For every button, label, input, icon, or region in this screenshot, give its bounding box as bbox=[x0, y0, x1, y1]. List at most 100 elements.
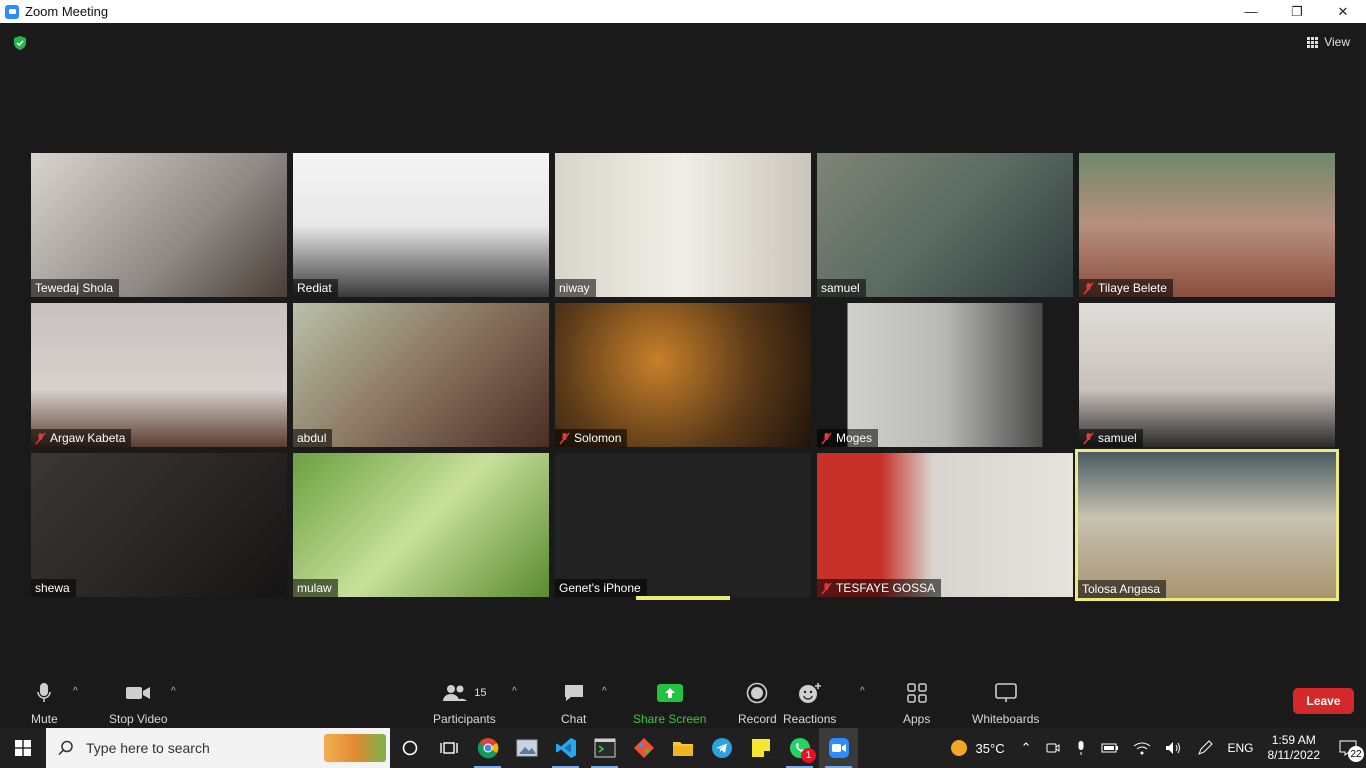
taskbar-zoom[interactable] bbox=[819, 728, 858, 768]
muted-mic-icon bbox=[821, 582, 832, 594]
audio-options-chevron-icon[interactable]: ^ bbox=[73, 686, 78, 697]
participant-name: Tolosa Angasa bbox=[1082, 582, 1161, 596]
record-icon bbox=[747, 682, 768, 704]
participants-button[interactable]: 15 Participants bbox=[433, 680, 496, 726]
taskbar-photos[interactable] bbox=[507, 728, 546, 768]
participant-name: Tewedaj Shola bbox=[35, 281, 114, 295]
chat-options-chevron-icon[interactable]: ^ bbox=[602, 686, 607, 697]
battery-icon[interactable] bbox=[1101, 741, 1119, 755]
video-tile[interactable]: mulaw bbox=[293, 453, 549, 597]
grid-view-icon bbox=[1307, 36, 1319, 48]
record-button[interactable]: Record bbox=[738, 680, 777, 726]
system-tray: 35°C ⌃ ENG 1:59 AM 8/11/2022 22 bbox=[950, 728, 1366, 768]
maximize-button[interactable]: ❐ bbox=[1274, 0, 1320, 23]
participant-name: Solomon bbox=[574, 431, 622, 445]
participant-name: TESFAYE GOSSA bbox=[836, 581, 936, 595]
video-tile[interactable]: Argaw Kabeta bbox=[31, 303, 287, 447]
git-diamond-icon bbox=[633, 738, 654, 758]
photos-app-icon bbox=[516, 739, 537, 757]
video-tile[interactable]: Solomon bbox=[555, 303, 811, 447]
video-tile[interactable]: Rediat bbox=[293, 153, 549, 297]
security-shield-icon[interactable] bbox=[12, 35, 28, 51]
taskbar-file-explorer[interactable] bbox=[663, 728, 702, 768]
reactions-button[interactable]: Reactions bbox=[783, 680, 836, 726]
microphone-in-use-icon[interactable] bbox=[1075, 740, 1087, 756]
notification-center-button[interactable]: 22 bbox=[1330, 728, 1366, 768]
participant-name: Rediat bbox=[297, 281, 332, 295]
participants-icon bbox=[443, 685, 468, 701]
whiteboards-button[interactable]: Whiteboards bbox=[972, 680, 1039, 726]
chat-bubble-icon bbox=[564, 685, 583, 701]
participant-name: Tilaye Belete bbox=[1098, 281, 1167, 295]
video-tile[interactable]: samuel bbox=[817, 153, 1073, 297]
taskbar-search-box[interactable]: Type here to search bbox=[46, 728, 390, 768]
video-tile-active-speaker[interactable]: Tolosa Angasa bbox=[1075, 449, 1339, 601]
view-label: View bbox=[1324, 35, 1350, 49]
video-tile[interactable]: Tilaye Belete bbox=[1079, 153, 1335, 297]
apps-button[interactable]: Apps bbox=[903, 680, 930, 726]
task-view-button[interactable] bbox=[429, 728, 468, 768]
whiteboard-icon bbox=[994, 683, 1017, 702]
wifi-icon[interactable] bbox=[1133, 741, 1151, 755]
close-button[interactable]: ✕ bbox=[1320, 0, 1366, 23]
windows-taskbar: Type here to search 1 35°C ⌃ ENG 1:59 AM… bbox=[0, 728, 1366, 768]
video-tile[interactable]: Tewedaj Shola bbox=[31, 153, 287, 297]
video-tile[interactable]: Genet's iPhone bbox=[555, 453, 811, 597]
weather-temperature[interactable]: 35°C bbox=[976, 741, 1005, 756]
meet-now-icon[interactable] bbox=[1045, 740, 1061, 756]
volume-icon[interactable] bbox=[1165, 741, 1183, 755]
participant-name: Genet's iPhone bbox=[559, 581, 641, 595]
input-language[interactable]: ENG bbox=[1227, 741, 1253, 755]
participant-name: abdul bbox=[297, 431, 327, 445]
folder-icon bbox=[672, 742, 693, 756]
participants-options-chevron-icon[interactable]: ^ bbox=[512, 686, 517, 697]
participant-name: mulaw bbox=[297, 581, 332, 595]
minimize-button[interactable]: — bbox=[1228, 0, 1274, 23]
muted-mic-icon bbox=[1083, 282, 1094, 294]
participant-name: samuel bbox=[821, 281, 860, 295]
stop-video-button[interactable]: Stop Video bbox=[109, 680, 168, 726]
search-icon bbox=[58, 740, 73, 756]
taskbar-whatsapp[interactable]: 1 bbox=[780, 728, 819, 768]
video-options-chevron-icon[interactable]: ^ bbox=[171, 686, 176, 697]
video-camera-icon bbox=[126, 687, 151, 699]
taskbar-terminal[interactable] bbox=[585, 728, 624, 768]
video-tile[interactable]: TESFAYE GOSSA bbox=[817, 453, 1073, 597]
leave-button[interactable]: Leave bbox=[1293, 688, 1354, 714]
clock[interactable]: 1:59 AM 8/11/2022 bbox=[1268, 733, 1321, 763]
taskbar-git[interactable] bbox=[624, 728, 663, 768]
cortana-circle-icon bbox=[402, 740, 417, 756]
taskbar-telegram[interactable] bbox=[702, 728, 741, 768]
taskbar-vscode[interactable] bbox=[546, 728, 585, 768]
participants-count: 15 bbox=[474, 687, 487, 699]
apps-icon bbox=[906, 683, 927, 703]
terminal-icon bbox=[594, 738, 615, 758]
video-tile[interactable]: shewa bbox=[31, 453, 287, 597]
sticky-note-icon bbox=[751, 739, 770, 757]
video-tile[interactable]: Moges bbox=[817, 303, 1073, 447]
share-screen-button[interactable]: Share Screen bbox=[633, 680, 706, 726]
task-view-icon bbox=[439, 742, 458, 754]
view-button[interactable]: View bbox=[1307, 35, 1350, 49]
window-title: Zoom Meeting bbox=[25, 4, 109, 19]
video-tile[interactable]: samuel bbox=[1079, 303, 1335, 447]
video-tile[interactable]: niway bbox=[555, 153, 811, 297]
reactions-options-chevron-icon[interactable]: ^ bbox=[860, 686, 865, 697]
show-hidden-icons-chevron-icon[interactable]: ⌃ bbox=[1021, 740, 1032, 756]
speaking-indicator bbox=[636, 596, 730, 600]
taskbar-sticky-notes[interactable] bbox=[741, 728, 780, 768]
video-tile[interactable]: abdul bbox=[293, 303, 549, 447]
chat-button[interactable]: Chat bbox=[561, 680, 586, 726]
search-placeholder: Type here to search bbox=[86, 740, 210, 756]
share-screen-icon bbox=[656, 684, 683, 702]
notification-count: 22 bbox=[1348, 746, 1364, 762]
chrome-icon bbox=[477, 738, 498, 759]
windows-start-button[interactable] bbox=[0, 728, 46, 768]
mute-button[interactable]: Mute bbox=[31, 680, 58, 726]
zoom-app-icon bbox=[5, 4, 19, 19]
weather-sun-icon[interactable] bbox=[950, 739, 968, 757]
cortana-button[interactable] bbox=[390, 728, 429, 768]
taskbar-chrome[interactable] bbox=[468, 728, 507, 768]
pen-workspace-icon[interactable] bbox=[1197, 740, 1214, 756]
whatsapp-badge: 1 bbox=[801, 748, 816, 763]
